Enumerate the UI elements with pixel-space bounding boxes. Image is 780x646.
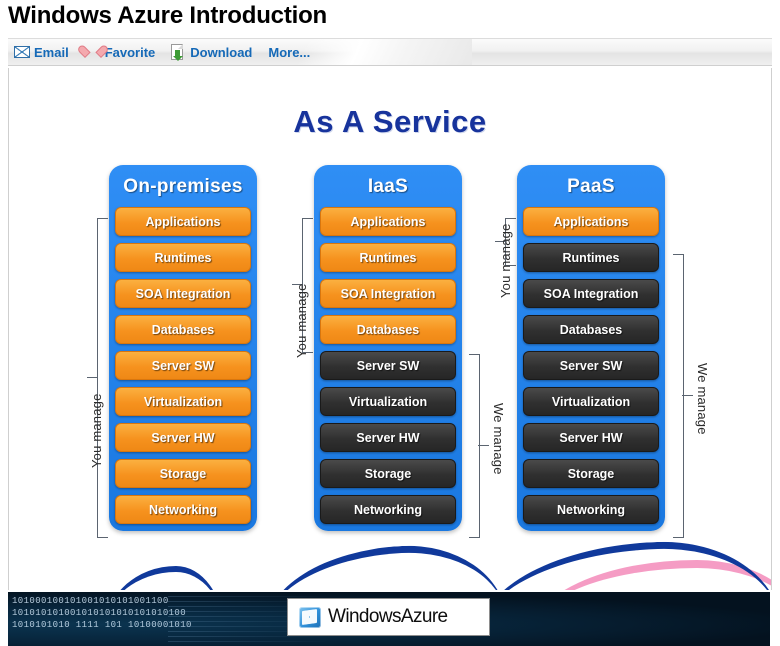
envelope-icon	[14, 46, 30, 58]
layer-server-sw: Server SW	[115, 351, 251, 380]
layer-list-on-premises: Applications Runtimes SOA Integration Datab…	[115, 207, 251, 524]
bracket-tick-onprem	[87, 377, 98, 378]
wordmark-windows: Windows	[328, 606, 401, 627]
heart-icon	[85, 45, 101, 60]
layer-virtualization: Virtualization	[115, 387, 251, 416]
layer-server-sw: Server SW	[523, 351, 659, 380]
email-button[interactable]: Email	[14, 45, 69, 60]
column-heading-iaas: IaaS	[367, 176, 409, 197]
favorite-button[interactable]: Favorite	[85, 45, 156, 60]
layer-runtimes: Runtimes	[115, 243, 251, 272]
label-iaas-you-manage: You manage	[294, 283, 309, 358]
layer-storage: Storage	[320, 459, 456, 488]
download-icon	[171, 43, 186, 61]
layer-list-iaas: Applications Runtimes SOA Integration Datab…	[320, 207, 456, 524]
windows-flag-icon	[299, 606, 321, 628]
layer-applications: Applications	[320, 207, 456, 236]
column-iaas: IaaS Applications Runtimes SOA Integration…	[314, 165, 462, 531]
label-onprem-you-manage: You manage	[89, 393, 104, 468]
slide-canvas: As A Service On-premises Applications Run…	[9, 68, 771, 590]
layer-storage: Storage	[115, 459, 251, 488]
label-paas-you-manage: You manage	[498, 223, 513, 298]
column-heading-paas: PaaS	[567, 176, 615, 197]
layer-server-sw: Server SW	[320, 351, 456, 380]
bracket-tick-iaas-we	[478, 445, 489, 446]
layer-virtualization: Virtualization	[320, 387, 456, 416]
wave-decoration-pink	[529, 560, 771, 590]
action-toolbar: Email Favorite Download More...	[8, 38, 772, 66]
more-button-label: More...	[268, 44, 311, 60]
bracket-tick-paas-we	[682, 395, 693, 396]
bracket-iaas-we-manage	[469, 354, 480, 538]
layer-applications: Applications	[115, 207, 251, 236]
wave-decoration-right	[477, 537, 771, 590]
layer-databases: Databases	[523, 315, 659, 344]
layer-applications: Applications	[523, 207, 659, 236]
email-button-label: Email	[34, 44, 69, 60]
page-title: Windows Azure Introduction	[8, 2, 327, 29]
slide-title: As A Service	[293, 104, 487, 139]
download-button-label: Download	[190, 44, 253, 60]
layer-databases: Databases	[115, 315, 251, 344]
layer-networking: Networking	[523, 495, 659, 524]
column-on-premises: On-premises Applications Runtimes SOA Inte…	[109, 165, 257, 531]
layer-soa-integration: SOA Integration	[320, 279, 456, 308]
layer-list-paas: Applications Runtimes SOA Integration Datab…	[523, 207, 659, 524]
wave-decoration-left	[104, 566, 224, 590]
column-paas: PaaS Applications Runtimes SOA Integration…	[517, 165, 665, 531]
download-button[interactable]: Download	[171, 43, 253, 61]
layer-server-hw: Server HW	[320, 423, 456, 452]
windows-azure-wordmark: WindowsAzure	[328, 606, 448, 628]
layer-server-hw: Server HW	[115, 423, 251, 452]
layer-databases: Databases	[320, 315, 456, 344]
layer-soa-integration: SOA Integration	[523, 279, 659, 308]
layer-virtualization: Virtualization	[523, 387, 659, 416]
layer-soa-integration: SOA Integration	[115, 279, 251, 308]
wordmark-azure: Azure	[400, 606, 448, 627]
label-iaas-we-manage: We manage	[491, 403, 506, 475]
bracket-onprem-you-manage	[97, 218, 108, 538]
column-heading-on-premises: On-premises	[123, 176, 243, 197]
layer-networking: Networking	[115, 495, 251, 524]
wave-decoration-center	[262, 540, 506, 590]
label-paas-we-manage: We manage	[695, 363, 710, 435]
favorite-button-label: Favorite	[104, 44, 156, 60]
windows-azure-logo: WindowsAzure	[287, 598, 490, 636]
more-button[interactable]: More...	[268, 45, 310, 60]
layer-networking: Networking	[320, 495, 456, 524]
layer-runtimes: Runtimes	[320, 243, 456, 272]
bracket-paas-we-manage	[673, 254, 684, 538]
layer-server-hw: Server HW	[523, 423, 659, 452]
layer-storage: Storage	[523, 459, 659, 488]
layer-runtimes: Runtimes	[523, 243, 659, 272]
slide-viewer[interactable]: ☞ As A Service On-premises ApplicationsR…	[8, 68, 772, 590]
